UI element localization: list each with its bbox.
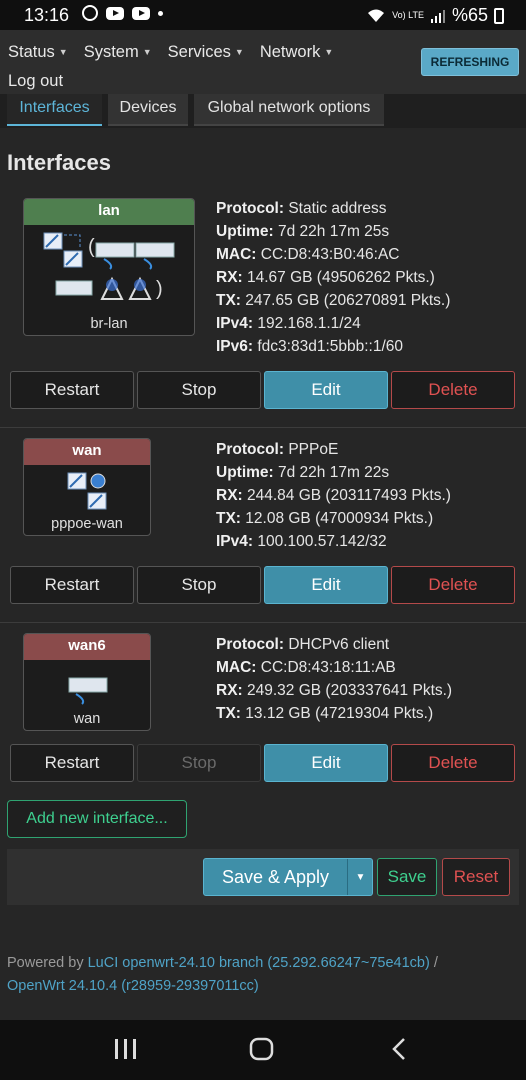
menu-system[interactable]: System ▼: [84, 38, 152, 67]
restart-button-wan6[interactable]: Restart: [10, 744, 134, 782]
device-name: pppoe-wan: [51, 516, 123, 532]
youtube-notification-icon: [106, 6, 124, 20]
pppoe-icon: [67, 472, 107, 510]
stop-button-wan6: Stop: [137, 744, 261, 782]
powered-by-text: Powered by: [7, 955, 84, 971]
main-menu: Status ▼ System ▼ Services ▼ Network ▼ Log out: [8, 38, 408, 96]
chevron-down-icon: ▼: [58, 47, 68, 57]
tab-bar: Interfaces Devices Global network option…: [0, 94, 526, 128]
info-row: Protocol: DHCPv6 client: [216, 636, 390, 653]
tab-interfaces[interactable]: Interfaces: [7, 94, 102, 126]
sync-notification-icon: [82, 5, 98, 21]
info-row: Uptime: 7d 22h 17m 22s: [216, 464, 390, 481]
info-row: IPv4: 192.168.1.1/24: [216, 315, 361, 332]
clock: 13:16: [24, 5, 70, 25]
save-apply-button[interactable]: Save & Apply ▼: [203, 858, 373, 896]
edit-button-wan6[interactable]: Edit: [264, 744, 388, 782]
interface-info-wan6: Protocol: DHCPv6 client MAC: CC:D8:43:18…: [216, 633, 452, 725]
menu-network[interactable]: Network ▼: [260, 38, 333, 67]
info-row: Protocol: PPPoE: [216, 441, 339, 458]
stop-button-lan[interactable]: Stop: [137, 371, 261, 409]
footer-slash: /: [429, 955, 438, 971]
edit-button-lan[interactable]: Edit: [264, 371, 388, 409]
interface-badge-wan6: wan6 wan: [23, 633, 151, 731]
device-name: br-lan: [90, 316, 128, 332]
chevron-down-icon[interactable]: ▼: [348, 859, 373, 895]
interface-badge-lan: lan ( ) br-lan: [23, 198, 195, 336]
divider: [0, 622, 526, 623]
android-status-bar: 13:16 Vo) LTE %65: [0, 0, 526, 30]
save-button[interactable]: Save: [377, 858, 437, 896]
info-row: RX: 249.32 GB (203337641 Pkts.): [216, 682, 453, 699]
battery-percent: %65: [451, 5, 488, 25]
info-row: IPv6: fdc3:83d1:5bbb::1/60: [216, 338, 404, 355]
svg-text:): ): [156, 278, 163, 300]
battery-icon: [494, 7, 504, 24]
signal-icon: [430, 9, 445, 23]
footer: Powered by LuCI openwrt-24.10 branch (25…: [7, 952, 517, 998]
delete-button-wan[interactable]: Delete: [391, 566, 515, 604]
back-icon[interactable]: [391, 1037, 407, 1061]
openwrt-link[interactable]: OpenWrt 24.10.4 (r28959-29397011cc): [7, 978, 259, 994]
youtube-notification-icon-2: [132, 6, 150, 20]
stop-button-wan[interactable]: Stop: [137, 566, 261, 604]
interface-name: wan: [24, 439, 150, 465]
wifi-icon: [368, 9, 385, 22]
refreshing-indicator[interactable]: REFRESHING: [421, 48, 519, 76]
info-row: Uptime: 7d 22h 17m 25s: [216, 223, 390, 240]
restart-button-wan[interactable]: Restart: [10, 566, 134, 604]
page-title: Interfaces: [7, 150, 111, 175]
ethernet-port-icon: [68, 677, 108, 705]
android-navigation-bar: [0, 1020, 526, 1080]
info-row: RX: 244.84 GB (203117493 Pkts.): [216, 487, 451, 504]
recent-apps-icon[interactable]: [113, 1038, 139, 1060]
menu-services[interactable]: Services ▼: [168, 38, 244, 67]
chevron-down-icon: ▼: [234, 47, 244, 57]
more-notifications-dot-icon: [158, 10, 163, 16]
interface-badge-wan: wan pppoe-wan: [23, 438, 151, 536]
menu-logout[interactable]: Log out: [8, 67, 63, 96]
interface-name: wan6: [24, 634, 150, 660]
chevron-down-icon: ▼: [142, 47, 152, 57]
bridge-icon: ( ): [43, 232, 175, 300]
info-row: IPv4: 100.100.57.142/32: [216, 533, 387, 550]
info-row: Protocol: Static address: [216, 200, 387, 217]
info-row: TX: 13.12 GB (47219304 Pkts.): [216, 705, 434, 722]
home-icon[interactable]: [249, 1036, 275, 1062]
reset-button[interactable]: Reset: [442, 858, 510, 896]
info-row: TX: 247.65 GB (206270891 Pkts.): [216, 292, 451, 309]
info-row: MAC: CC:D8:43:B0:46:AC: [216, 246, 400, 263]
menu-status[interactable]: Status ▼: [8, 38, 68, 67]
info-row: MAC: CC:D8:43:18:11:AB: [216, 659, 396, 676]
delete-button-lan[interactable]: Delete: [391, 371, 515, 409]
add-interface-button[interactable]: Add new interface...: [7, 800, 187, 838]
chevron-down-icon: ▼: [324, 47, 334, 57]
notification-icons: [82, 5, 163, 21]
interface-name: lan: [24, 199, 194, 225]
svg-text:(: (: [88, 236, 95, 258]
interface-info-lan: Protocol: Static address Uptime: 7d 22h …: [216, 197, 450, 358]
tab-devices[interactable]: Devices: [108, 94, 188, 126]
luci-link[interactable]: LuCI openwrt-24.10 branch (25.292.66247~…: [88, 955, 430, 971]
tab-global-network-options[interactable]: Global network options: [194, 94, 384, 126]
restart-button-lan[interactable]: Restart: [10, 371, 134, 409]
delete-button-wan6[interactable]: Delete: [391, 744, 515, 782]
luci-header: Status ▼ System ▼ Services ▼ Network ▼ Log out …: [0, 30, 526, 94]
edit-button-wan[interactable]: Edit: [264, 566, 388, 604]
info-row: RX: 14.67 GB (49506262 Pkts.): [216, 269, 435, 286]
save-apply-label[interactable]: Save & Apply: [204, 859, 348, 895]
volte-indicator: Vo) LTE: [392, 10, 424, 20]
info-row: TX: 12.08 GB (47000934 Pkts.): [216, 510, 434, 527]
device-name: wan: [73, 711, 101, 727]
interface-info-wan: Protocol: PPPoE Uptime: 7d 22h 17m 22s R…: [216, 438, 451, 553]
divider: [0, 427, 526, 428]
system-icons: Vo) LTE %65: [366, 5, 504, 26]
